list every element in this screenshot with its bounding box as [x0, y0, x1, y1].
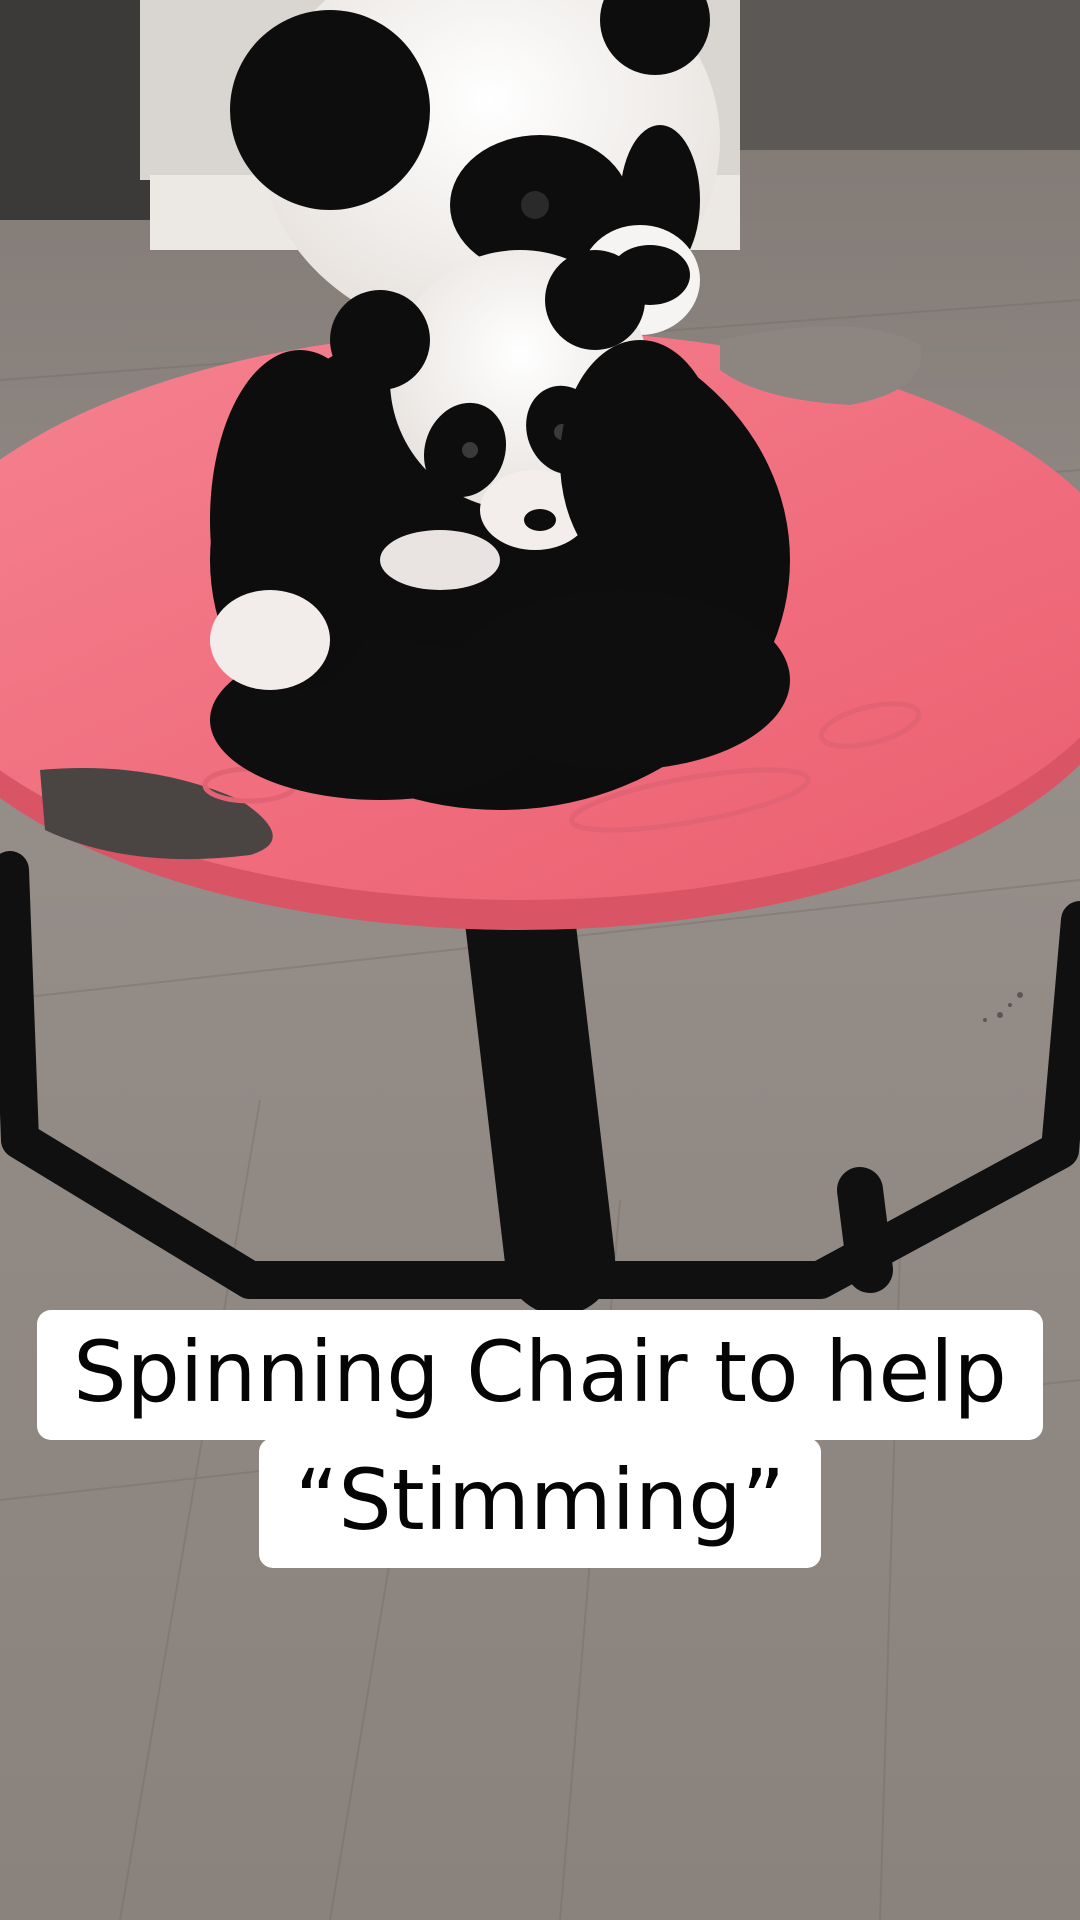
caption-line-1: Spinning Chair to help	[37, 1310, 1043, 1440]
right-wall	[740, 0, 1080, 150]
dark-corner	[0, 0, 150, 220]
scene-image	[0, 0, 1080, 1920]
caption-line-2: “Stimming”	[258, 1438, 822, 1568]
video-frame[interactable]: Spinning Chair to help “Stimming”	[0, 0, 1080, 1920]
panda-plush	[210, 0, 790, 810]
video-caption: Spinning Chair to help “Stimming”	[0, 1310, 1080, 1568]
